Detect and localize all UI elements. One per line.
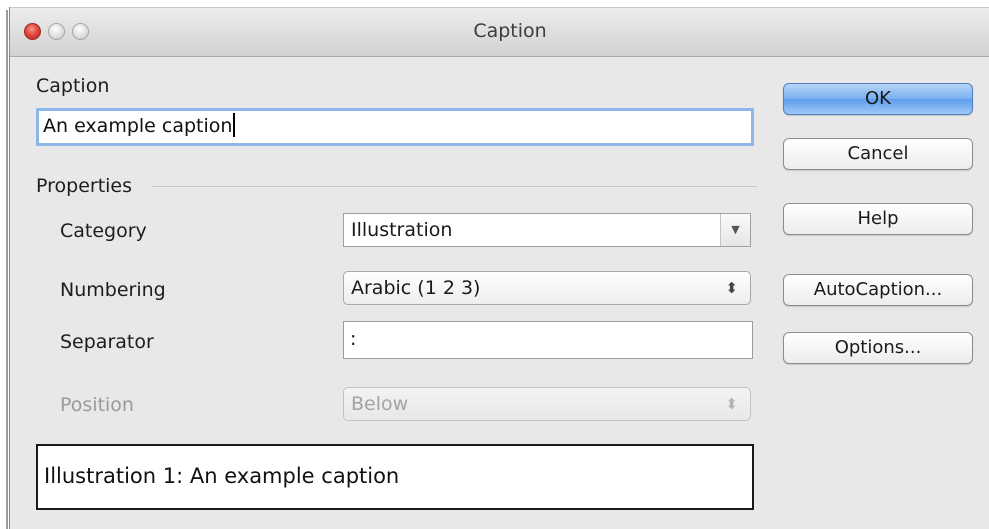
help-button[interactable]: Help	[783, 203, 973, 235]
properties-divider	[152, 186, 757, 187]
numbering-value: Arabic (1 2 3)	[351, 277, 481, 299]
numbering-label: Numbering	[60, 279, 166, 301]
text-caret	[233, 112, 236, 137]
separator-input[interactable]: :	[343, 321, 753, 359]
category-label: Category	[60, 220, 147, 242]
caption-dialog: Caption Caption An example caption Prope…	[9, 7, 989, 529]
updown-arrows-icon: ⬍	[725, 395, 738, 413]
caption-label: Caption	[36, 75, 110, 97]
properties-heading: Properties	[36, 175, 133, 197]
caption-input-value: An example caption	[43, 115, 233, 137]
position-label: Position	[60, 394, 134, 416]
chevron-down-icon[interactable]: ▼	[720, 214, 750, 246]
numbering-select[interactable]: Arabic (1 2 3) ⬍	[343, 271, 751, 305]
separator-value: :	[350, 328, 357, 350]
options-button[interactable]: Options...	[783, 332, 973, 364]
updown-arrows-icon: ⬍	[725, 279, 738, 297]
title-bar[interactable]: Caption	[10, 7, 989, 57]
caption-preview: Illustration 1: An example caption	[36, 444, 754, 510]
category-combobox[interactable]: Illustration ▼	[343, 213, 751, 247]
window-title: Caption	[473, 20, 547, 42]
caption-input[interactable]: An example caption	[36, 108, 754, 146]
separator-label: Separator	[60, 331, 154, 353]
autocaption-button[interactable]: AutoCaption...	[783, 274, 973, 306]
cancel-button[interactable]: Cancel	[783, 138, 973, 170]
background-window-edge	[0, 0, 9, 529]
position-value: Below	[351, 393, 409, 415]
position-select: Below ⬍	[343, 387, 751, 421]
ok-button[interactable]: OK	[783, 83, 973, 115]
category-value: Illustration	[351, 219, 453, 241]
